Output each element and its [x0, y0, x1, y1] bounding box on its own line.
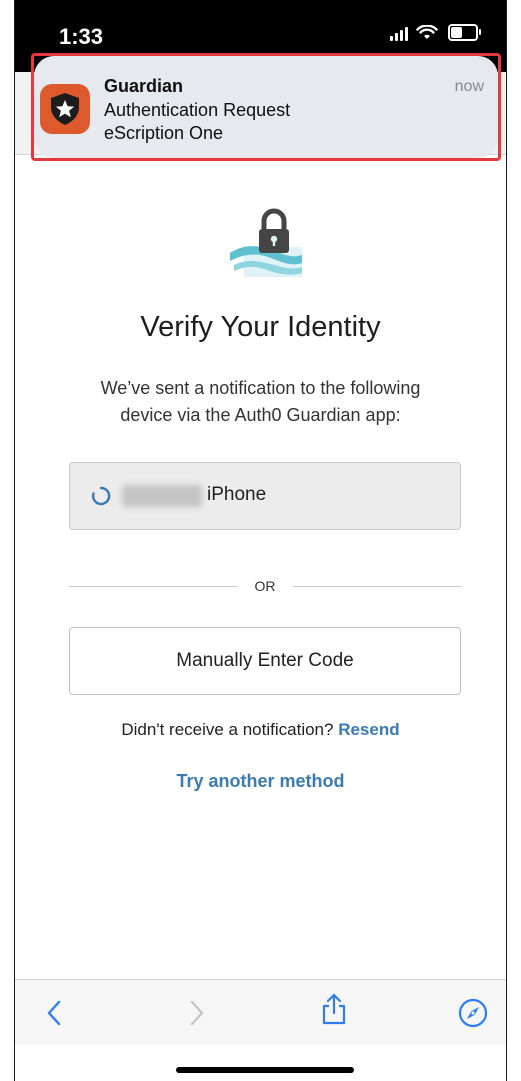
- status-icons: [390, 24, 481, 41]
- try-another-method-link[interactable]: Try another method: [176, 771, 344, 791]
- page-title: Verify Your Identity: [140, 311, 381, 343]
- status-time: 1:33: [59, 24, 104, 49]
- device-name: iPhone: [207, 484, 267, 505]
- resend-prompt: Didn't receive a notification?: [121, 720, 334, 739]
- lock-waves-icon: [230, 208, 302, 277]
- share-icon: [322, 993, 346, 1025]
- resend-link[interactable]: Resend: [338, 720, 399, 739]
- compass-icon: [458, 998, 488, 1028]
- wifi-icon: [416, 25, 438, 39]
- share-button[interactable]: [319, 993, 349, 1025]
- device-owner-redacted: [122, 485, 202, 507]
- browser-toolbar: [15, 979, 506, 1046]
- home-indicator[interactable]: [176, 1067, 354, 1073]
- device-frame-left: [14, 0, 15, 1081]
- chevron-left-icon: [47, 1000, 61, 1026]
- chevron-right-icon: [190, 1000, 204, 1026]
- battery-icon: [448, 24, 481, 41]
- safari-button[interactable]: [458, 998, 488, 1028]
- try-another-method-row: Try another method: [15, 771, 506, 792]
- notification-highlight-box: [31, 53, 501, 161]
- or-divider: OR: [69, 575, 461, 599]
- page-subtitle: We’ve sent a notification to the followi…: [65, 375, 456, 429]
- resend-row: Didn't receive a notification? Resend: [15, 720, 506, 740]
- device-indicator: iPhone: [69, 462, 461, 530]
- divider-line-right: [293, 586, 461, 587]
- forward-button[interactable]: [182, 998, 212, 1028]
- back-button[interactable]: [39, 998, 69, 1028]
- subtitle-line-1: We’ve sent a notification to the followi…: [100, 378, 421, 398]
- spinner-icon: [91, 486, 111, 506]
- signal-icon: [390, 25, 408, 41]
- device-frame-right: [506, 0, 507, 1081]
- home-indicator-area: [15, 1045, 506, 1081]
- subtitle-line-2: device via the Auth0 Guardian app:: [120, 405, 401, 425]
- manually-enter-code-button[interactable]: Manually Enter Code: [69, 627, 461, 695]
